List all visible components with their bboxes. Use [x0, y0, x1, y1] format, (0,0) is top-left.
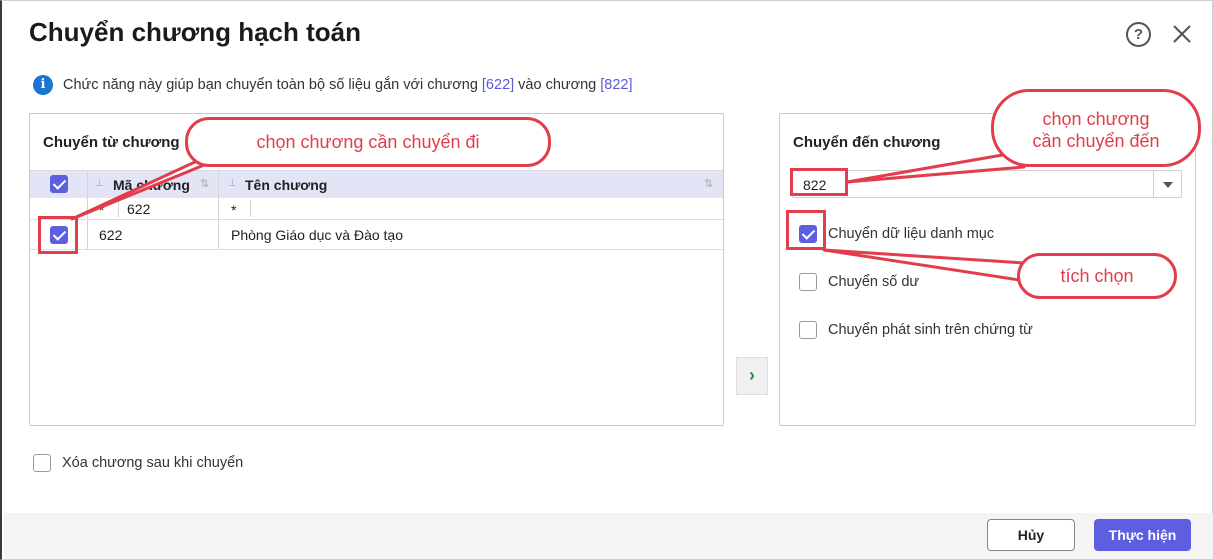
delete-after-label: Xóa chương sau khi chuyển	[62, 455, 244, 471]
delete-after-checkbox[interactable]	[33, 454, 51, 472]
execute-button[interactable]: Thực hiện	[1094, 519, 1191, 551]
info-text: Chức năng này giúp bạn chuyển toàn bộ số…	[63, 77, 478, 93]
grid-filter-row: * 622 *	[30, 198, 723, 220]
option-label-voucher: Chuyển phát sinh trên chứng từ	[828, 322, 1033, 338]
option-checkbox-voucher[interactable]	[799, 321, 817, 339]
move-right-button[interactable]: ›	[736, 357, 768, 395]
highlight-option-checkbox	[786, 210, 826, 250]
source-panel-title: Chuyển từ chương	[43, 134, 180, 151]
transfer-chapter-dialog: Chuyển chương hạch toán ? i Chức năng nà…	[0, 0, 1213, 560]
target-chapter-select[interactable]: 822	[792, 170, 1182, 198]
row-code: 622	[99, 227, 123, 243]
callout-target-line2: cần chuyển đến	[1032, 131, 1160, 151]
chevron-down-icon[interactable]	[1153, 171, 1181, 197]
filter-operator-name[interactable]: *	[231, 202, 236, 218]
pin-icon[interactable]: ⊥	[95, 178, 104, 189]
column-header-name[interactable]: Tên chương	[245, 177, 327, 193]
pin-icon[interactable]: ⊥	[228, 178, 237, 189]
callout-target-line1: chọn chương	[1042, 109, 1150, 129]
info-to-code: [822]	[600, 77, 633, 93]
option-label-catalog: Chuyển dữ liệu danh mục	[828, 226, 995, 242]
dialog-title: Chuyển chương hạch toán	[29, 17, 361, 47]
highlight-row-checkbox	[38, 216, 78, 254]
target-panel-title: Chuyển đến chương	[793, 134, 941, 151]
table-row[interactable]: 622 Phòng Giáo dục và Đào tạo	[30, 220, 723, 250]
sort-icon[interactable]: ⇅	[200, 177, 209, 190]
info-message: i Chức năng này giúp bạn chuyển toàn bộ …	[33, 75, 636, 95]
filter-operator-code[interactable]: *	[99, 202, 104, 218]
cancel-button[interactable]: Hủy	[987, 519, 1075, 551]
option-checkbox-balance[interactable]	[799, 273, 817, 291]
callout-source: chọn chương cần chuyển đi	[185, 117, 551, 167]
highlight-target-select	[790, 168, 848, 196]
row-name: Phòng Giáo dục và Đào tạo	[231, 227, 404, 243]
grid-header: ⊥ Mã chương ⇅ ⊥ Tên chương ⇅	[30, 170, 723, 198]
select-all-checkbox[interactable]	[50, 175, 68, 193]
column-header-code[interactable]: Mã chương	[113, 177, 190, 193]
info-middle: vào chương	[518, 77, 597, 93]
close-icon[interactable]	[1170, 22, 1194, 46]
callout-check: tích chọn	[1017, 253, 1177, 299]
info-icon: i	[33, 75, 53, 95]
sort-icon[interactable]: ⇅	[704, 177, 713, 190]
option-label-balance: Chuyển số dư	[828, 274, 920, 290]
help-icon[interactable]: ?	[1126, 22, 1151, 47]
info-from-code: [622]	[481, 77, 515, 93]
filter-input-code[interactable]: 622	[127, 201, 150, 217]
callout-target: chọn chương cần chuyển đến	[991, 89, 1201, 167]
